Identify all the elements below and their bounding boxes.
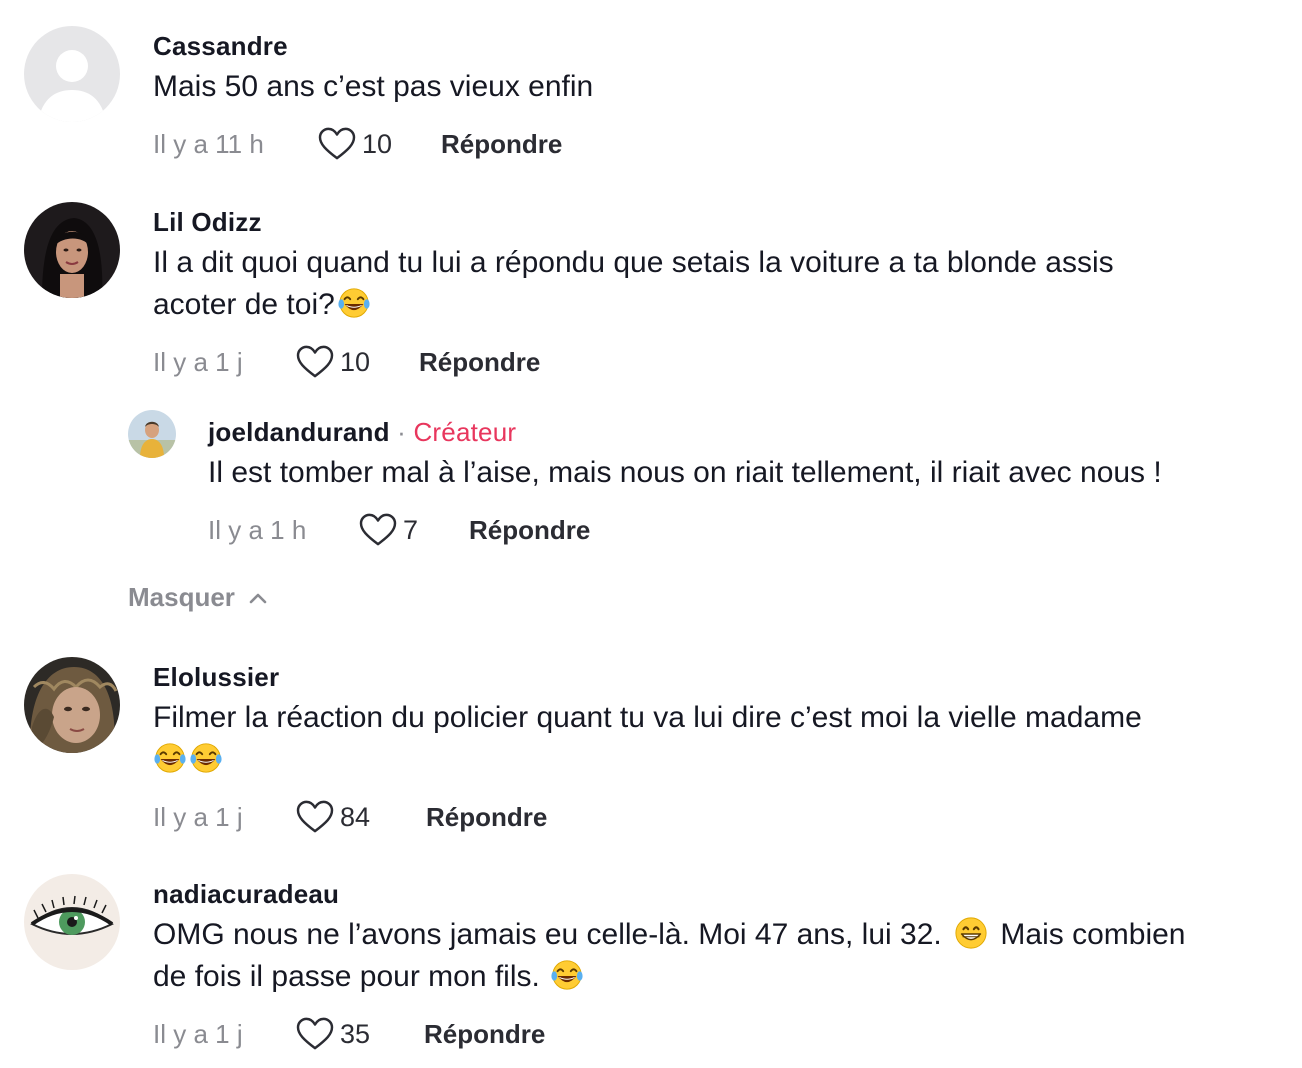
comment-time: Il y a 1 j bbox=[153, 346, 243, 377]
comment-text-segment: Mais combien bbox=[1000, 918, 1186, 951]
reply-button[interactable]: Répondre bbox=[419, 347, 540, 378]
reply-body: joeldandurand · Créateur Il est tomber m… bbox=[208, 416, 1282, 494]
face-with-tears-of-joy-emoji bbox=[189, 741, 223, 775]
comment-text-segment: OMG nous ne l’avons jamais eu celle-là. … bbox=[153, 918, 942, 951]
comment-text: Filmer la réaction du policier quant tu … bbox=[153, 697, 1282, 781]
like-button[interactable]: 10 bbox=[296, 345, 370, 379]
comment-text-line: Il a dit quoi quand tu lui a répondu que… bbox=[153, 246, 1114, 279]
like-count: 35 bbox=[340, 1018, 371, 1049]
comment-meta: Il y a 11 h 10 Répondre bbox=[153, 124, 1302, 164]
reply-button[interactable]: Répondre bbox=[424, 1019, 545, 1050]
hide-replies-label: Masquer bbox=[128, 582, 235, 612]
creator-badge: Créateur bbox=[413, 417, 517, 447]
grinning-face-emoji bbox=[954, 916, 988, 950]
comment-time: Il y a 1 j bbox=[153, 1018, 243, 1049]
comment-body: Elolussier Filmer la réaction du policie… bbox=[153, 661, 1282, 781]
like-count: 7 bbox=[403, 514, 419, 545]
comment-text: Mais 50 ans c’est pas vieux enfin bbox=[153, 70, 594, 103]
heart-outline-icon bbox=[318, 127, 356, 161]
face-with-tears-of-joy-emoji bbox=[337, 286, 371, 320]
reply-text: Il est tomber mal à l’aise, mais nous on… bbox=[208, 456, 1162, 489]
reply-username[interactable]: joeldandurand bbox=[208, 417, 390, 447]
like-count: 10 bbox=[340, 346, 371, 377]
comment-nadiacuradeau: nadiacuradeau OMG nous ne l’avons jamais… bbox=[0, 862, 1302, 1068]
heart-outline-icon bbox=[296, 800, 334, 834]
profile-photo bbox=[24, 202, 120, 298]
profile-photo bbox=[128, 410, 176, 458]
comment-text: OMG nous ne l’avons jamais eu celle-là. … bbox=[153, 914, 1282, 998]
comment-elolussier: Elolussier Filmer la réaction du policie… bbox=[0, 645, 1302, 845]
reply-username-line: joeldandurand · Créateur bbox=[208, 416, 1282, 448]
reply-button[interactable]: Répondre bbox=[426, 802, 547, 833]
comment-username[interactable]: Lil Odizz bbox=[153, 206, 1282, 238]
comment-body: Cassandre Mais 50 ans c’est pas vieux en… bbox=[153, 30, 1282, 108]
avatar[interactable] bbox=[24, 874, 120, 970]
comment-time: Il y a 11 h bbox=[153, 128, 264, 159]
avatar[interactable] bbox=[24, 657, 120, 753]
profile-photo bbox=[24, 657, 120, 753]
comment-text-line: Filmer la réaction du policier quant tu … bbox=[153, 701, 1142, 734]
comment-text-line: de fois il passe pour mon fils. bbox=[153, 960, 540, 993]
comment-meta: Il y a 1 j 10 Répondre bbox=[153, 342, 1302, 382]
comment-meta: Il y a 1 j 84 Répondre bbox=[153, 797, 1302, 837]
hide-replies-button[interactable]: Masquer bbox=[128, 582, 269, 613]
reply-joeldandurand: joeldandurand · Créateur Il est tomber m… bbox=[0, 400, 1302, 570]
profile-photo bbox=[24, 874, 120, 970]
default-avatar-icon bbox=[24, 26, 120, 122]
like-count: 10 bbox=[362, 128, 393, 159]
heart-outline-icon bbox=[296, 345, 334, 379]
comment-text-line: acoter de toi? bbox=[153, 288, 335, 321]
like-button[interactable]: 10 bbox=[318, 127, 392, 161]
avatar-default[interactable] bbox=[24, 26, 120, 122]
like-count: 84 bbox=[340, 801, 371, 832]
reply-button[interactable]: Répondre bbox=[441, 129, 562, 160]
comment-body: nadiacuradeau OMG nous ne l’avons jamais… bbox=[153, 878, 1282, 998]
face-with-tears-of-joy-emoji bbox=[153, 741, 187, 775]
comment-body: Lil Odizz Il a dit quoi quand tu lui a r… bbox=[153, 206, 1282, 326]
comment-text: Il a dit quoi quand tu lui a répondu que… bbox=[153, 242, 1282, 326]
heart-outline-icon bbox=[296, 1017, 334, 1051]
comment-cassandre: Cassandre Mais 50 ans c’est pas vieux en… bbox=[0, 0, 1302, 175]
avatar[interactable] bbox=[128, 410, 176, 458]
comment-username[interactable]: nadiacuradeau bbox=[153, 878, 1282, 910]
comment-time: Il y a 1 j bbox=[153, 801, 243, 832]
heart-outline-icon bbox=[359, 513, 397, 547]
separator: · bbox=[397, 417, 407, 447]
like-button[interactable]: 84 bbox=[296, 800, 370, 834]
comment-username[interactable]: Cassandre bbox=[153, 30, 1282, 62]
like-button[interactable]: 7 bbox=[359, 513, 418, 547]
reply-button[interactable]: Répondre bbox=[469, 515, 590, 546]
comment-username[interactable]: Elolussier bbox=[153, 661, 1282, 693]
face-with-tears-of-joy-emoji bbox=[550, 958, 584, 992]
reply-meta: Il y a 1 h 7 Répondre bbox=[208, 510, 1302, 550]
reply-time: Il y a 1 h bbox=[208, 514, 307, 545]
avatar[interactable] bbox=[24, 202, 120, 298]
comment-meta: Il y a 1 j 35 Répondre bbox=[153, 1014, 1302, 1054]
comment-lil-odizz: Lil Odizz Il a dit quoi quand tu lui a r… bbox=[0, 190, 1302, 390]
like-button[interactable]: 35 bbox=[296, 1017, 370, 1051]
chevron-up-icon bbox=[249, 593, 267, 603]
